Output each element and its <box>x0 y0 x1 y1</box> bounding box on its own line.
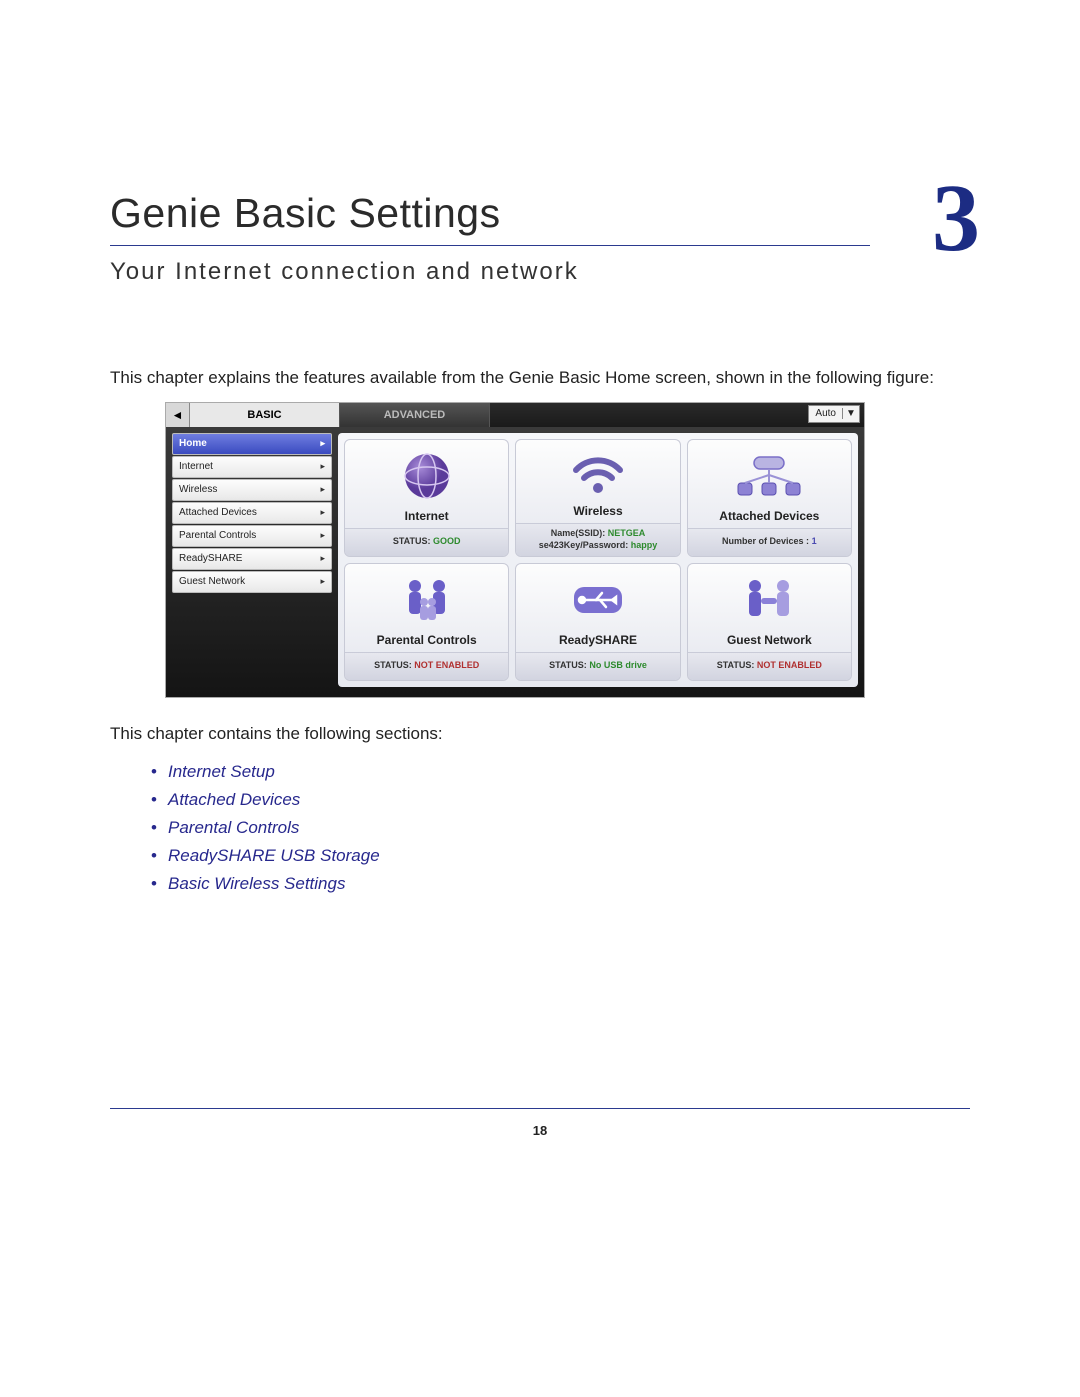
sidebar-item-home[interactable]: Home ▸ <box>172 433 332 455</box>
tile-title: Attached Devices <box>719 506 819 528</box>
chevron-right-icon: ▸ <box>320 438 325 449</box>
chevron-right-icon: ▸ <box>320 553 325 564</box>
chevron-right-icon: ▸ <box>320 530 325 541</box>
sidebar-item-wireless[interactable]: Wireless ▸ <box>172 479 332 501</box>
language-select[interactable]: Auto ▼ <box>808 405 860 423</box>
sections-intro: This chapter contains the following sect… <box>110 722 970 746</box>
chapter-title: Genie Basic Settings <box>110 190 970 237</box>
chevron-right-icon: ▸ <box>320 576 325 587</box>
tile-status: STATUS: NOT ENABLED <box>345 652 508 680</box>
tile-status: Number of Devices : 1 <box>688 528 851 556</box>
sidebar-item-label: Home <box>179 438 207 449</box>
footer-rule <box>110 1108 970 1109</box>
sidebar-item-label: Guest Network <box>179 576 245 587</box>
chevron-right-icon: ▸ <box>320 484 325 495</box>
tile-title: Parental Controls <box>377 630 477 652</box>
back-arrow-icon[interactable]: ◄ <box>166 403 190 427</box>
sidebar-item-label: ReadySHARE <box>179 553 242 564</box>
sidebar-item-parental-controls[interactable]: Parental Controls ▸ <box>172 525 332 547</box>
chapter-toc: Internet Setup Attached Devices Parental… <box>140 758 970 898</box>
toc-link-readyshare-usb[interactable]: ReadySHARE USB Storage <box>140 842 970 870</box>
tile-status: STATUS: GOOD <box>345 528 508 556</box>
tile-internet[interactable]: Internet STATUS: GOOD <box>344 439 509 557</box>
wifi-icon <box>570 440 626 502</box>
tile-status: STATUS: No USB drive <box>516 652 679 680</box>
tile-wireless[interactable]: Wireless Name(SSID): NETGEA se423Key/Pas… <box>515 439 680 557</box>
toc-link-basic-wireless[interactable]: Basic Wireless Settings <box>140 870 970 898</box>
tile-title: Internet <box>405 506 449 528</box>
toc-link-internet-setup[interactable]: Internet Setup <box>140 758 970 786</box>
tile-readyshare[interactable]: ReadySHARE STATUS: No USB drive <box>515 563 680 681</box>
sidebar-item-label: Internet <box>179 461 213 472</box>
tile-attached-devices[interactable]: Attached Devices Number of Devices : 1 <box>687 439 852 557</box>
sidebar-item-label: Wireless <box>179 484 217 495</box>
tile-title: Wireless <box>573 501 622 523</box>
toc-link-attached-devices[interactable]: Attached Devices <box>140 786 970 814</box>
chapter-number: 3 <box>932 170 980 266</box>
devices-icon <box>734 440 804 506</box>
chevron-right-icon: ▸ <box>320 507 325 518</box>
chevron-right-icon: ▸ <box>320 461 325 472</box>
title-rule <box>110 245 870 246</box>
family-icon <box>399 564 455 630</box>
handshake-icon <box>739 564 799 630</box>
usb-icon <box>568 564 628 630</box>
tile-status: STATUS: NOT ENABLED <box>688 652 851 680</box>
tile-title: ReadySHARE <box>559 630 637 652</box>
globe-icon <box>401 440 453 506</box>
toc-link-parental-controls[interactable]: Parental Controls <box>140 814 970 842</box>
tab-advanced[interactable]: ADVANCED <box>340 403 490 427</box>
sidebar-item-readyshare[interactable]: ReadySHARE ▸ <box>172 548 332 570</box>
chevron-down-icon: ▼ <box>843 408 859 419</box>
genie-home-figure: ◄ BASIC ADVANCED Auto ▼ Home ▸ Internet ▸ … <box>165 402 865 698</box>
tile-status: Name(SSID): NETGEA se423Key/Password: ha… <box>516 523 679 555</box>
tab-basic[interactable]: BASIC <box>190 403 340 427</box>
page-number: 18 <box>110 1123 970 1138</box>
tile-grid: Internet STATUS: GOOD <box>338 433 858 687</box>
intro-paragraph: This chapter explains the features avail… <box>110 366 970 390</box>
tile-guest-network[interactable]: Guest Network STATUS: NOT ENABLED <box>687 563 852 681</box>
sidebar-item-attached-devices[interactable]: Attached Devices ▸ <box>172 502 332 524</box>
sidebar: Home ▸ Internet ▸ Wireless ▸ Attached Devic… <box>172 433 332 687</box>
sidebar-item-label: Attached Devices <box>179 507 257 518</box>
tile-title: Guest Network <box>727 630 812 652</box>
chapter-subtitle: Your Internet connection and network <box>110 258 970 286</box>
language-value: Auto <box>809 408 843 419</box>
tile-parental-controls[interactable]: Parental Controls STATUS: NOT ENABLED <box>344 563 509 681</box>
sidebar-item-internet[interactable]: Internet ▸ <box>172 456 332 478</box>
sidebar-item-guest-network[interactable]: Guest Network ▸ <box>172 571 332 593</box>
sidebar-item-label: Parental Controls <box>179 530 256 541</box>
